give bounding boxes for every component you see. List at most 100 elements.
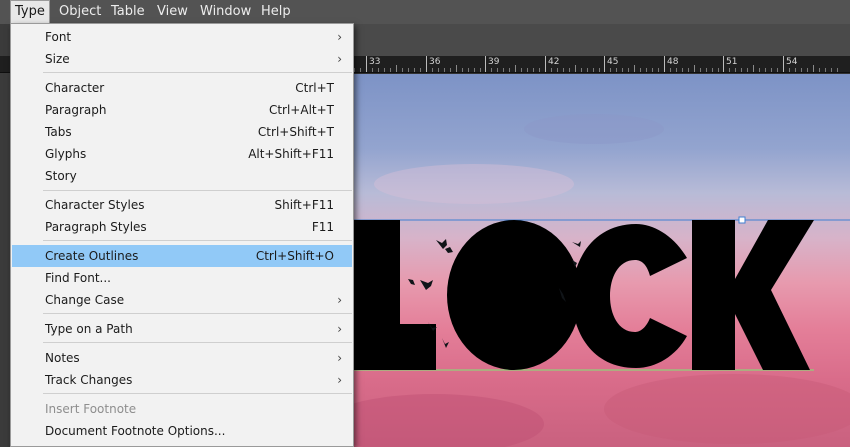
menu-separator (43, 393, 352, 394)
ruler-minor-tick (444, 68, 445, 72)
ruler-label: 39 (488, 57, 500, 67)
ruler-minor-tick (813, 65, 814, 72)
menu-item-label: Glyphs (45, 147, 87, 161)
ruler-minor-tick (682, 68, 683, 72)
ruler-minor-tick (575, 65, 576, 72)
ruler-minor-tick (390, 68, 391, 72)
ruler-minor-tick (718, 68, 719, 72)
menu-item-font[interactable]: Font › (12, 26, 352, 48)
ruler-minor-tick (658, 68, 659, 72)
ruler-minor-tick (414, 68, 415, 72)
ruler-minor-tick (700, 68, 701, 72)
ruler-major-tick (604, 56, 605, 72)
menu-item-change-case[interactable]: Change Case › (12, 289, 352, 311)
bird (442, 338, 449, 348)
menu-item-document-footnote-options[interactable]: Document Footnote Options... (12, 420, 352, 442)
ruler-minor-tick (777, 68, 778, 72)
menu-separator (43, 240, 352, 241)
ruler-minor-tick (807, 68, 808, 72)
menu-help[interactable]: Help (256, 0, 296, 24)
ruler-minor-tick (741, 68, 742, 72)
ruler-minor-tick (706, 68, 707, 72)
ruler-minor-tick (646, 68, 647, 72)
ruler-minor-tick (354, 68, 355, 72)
menu-item-create-outlines[interactable]: Create Outlines Ctrl+Shift+O (12, 245, 352, 267)
menu-item-track-changes[interactable]: Track Changes › (12, 369, 352, 391)
menu-item-shortcut: Ctrl+Shift+T (257, 125, 334, 139)
tools-panel-edge (0, 24, 10, 447)
menu-item-label: Tabs (45, 125, 72, 139)
menu-item-notes[interactable]: Notes › (12, 347, 352, 369)
submenu-arrow-icon: › (337, 322, 342, 336)
ruler-minor-tick (456, 65, 457, 72)
menu-bar: Type Object Table View Window Help (0, 0, 850, 24)
menu-object[interactable]: Object (54, 0, 106, 24)
ruler-minor-tick (670, 68, 671, 72)
menu-item-find-font[interactable]: Find Font... (12, 267, 352, 289)
menu-item-label: Track Changes (45, 373, 133, 387)
ruler-major-tick (664, 56, 665, 72)
ruler-minor-tick (831, 68, 832, 72)
ruler-minor-tick (420, 68, 421, 72)
ruler-major-tick (366, 56, 367, 72)
menu-item-label: Document Footnote Options... (45, 424, 226, 438)
ruler-minor-tick (795, 68, 796, 72)
ruler-label: 48 (667, 57, 679, 67)
ruler-minor-tick (539, 68, 540, 72)
menu-item-paragraph-styles[interactable]: Paragraph Styles F11 (12, 216, 352, 238)
ruler-minor-tick (753, 65, 754, 72)
submenu-arrow-icon: › (337, 293, 342, 307)
ruler-minor-tick (408, 68, 409, 72)
menu-item-label: Font (45, 30, 72, 44)
bird (408, 279, 415, 285)
ruler-minor-tick (694, 65, 695, 72)
menu-item-shortcut: Alt+Shift+F11 (248, 147, 334, 161)
menu-window[interactable]: Window (195, 0, 256, 24)
ruler-minor-tick (819, 68, 820, 72)
menu-item-story[interactable]: Story (12, 165, 352, 187)
ruler-major-tick (426, 56, 427, 72)
ruler-minor-tick (610, 68, 611, 72)
ruler-minor-tick (480, 68, 481, 72)
menu-item-label: Paragraph Styles (45, 220, 147, 234)
ruler-minor-tick (587, 68, 588, 72)
ruler-minor-tick (527, 68, 528, 72)
document-canvas[interactable] (354, 74, 850, 447)
ruler-label: 33 (369, 57, 381, 67)
ruler-minor-tick (432, 68, 433, 72)
ruler-minor-tick (462, 68, 463, 72)
ruler-minor-tick (372, 68, 373, 72)
ruler-minor-tick (688, 68, 689, 72)
menu-type[interactable]: Type (10, 0, 50, 24)
ruler-major-tick (545, 56, 546, 72)
menu-item-character-styles[interactable]: Character Styles Shift+F11 (12, 194, 352, 216)
menu-view[interactable]: View (152, 0, 193, 24)
ruler-major-tick (723, 56, 724, 72)
menu-table[interactable]: Table (106, 0, 150, 24)
menu-item-size[interactable]: Size › (12, 48, 352, 70)
menu-separator (43, 72, 352, 73)
ruler-minor-tick (468, 68, 469, 72)
submenu-arrow-icon: › (337, 30, 342, 44)
menu-item-glyphs[interactable]: Glyphs Alt+Shift+F11 (12, 143, 352, 165)
menu-item-type-on-a-path[interactable]: Type on a Path › (12, 318, 352, 340)
ruler-minor-tick (628, 68, 629, 72)
ruler-minor-tick (622, 68, 623, 72)
ruler-minor-tick (509, 68, 510, 72)
menu-item-label: Story (45, 169, 77, 183)
ruler-minor-tick (551, 68, 552, 72)
letter-l (354, 220, 436, 370)
menu-item-character[interactable]: Character Ctrl+T (12, 77, 352, 99)
letter-k (692, 220, 814, 370)
ruler-minor-tick (825, 68, 826, 72)
ruler-minor-tick (438, 68, 439, 72)
lock-text-frame[interactable] (354, 74, 850, 447)
menu-item-shortcut: F11 (311, 220, 334, 234)
ruler-minor-tick (676, 68, 677, 72)
menu-item-tabs[interactable]: Tabs Ctrl+Shift+T (12, 121, 352, 143)
menu-item-label: Insert Footnote (45, 402, 137, 416)
submenu-arrow-icon: › (337, 52, 342, 66)
ruler-minor-tick (503, 68, 504, 72)
menu-item-paragraph[interactable]: Paragraph Ctrl+Alt+T (12, 99, 352, 121)
bird (445, 247, 453, 253)
